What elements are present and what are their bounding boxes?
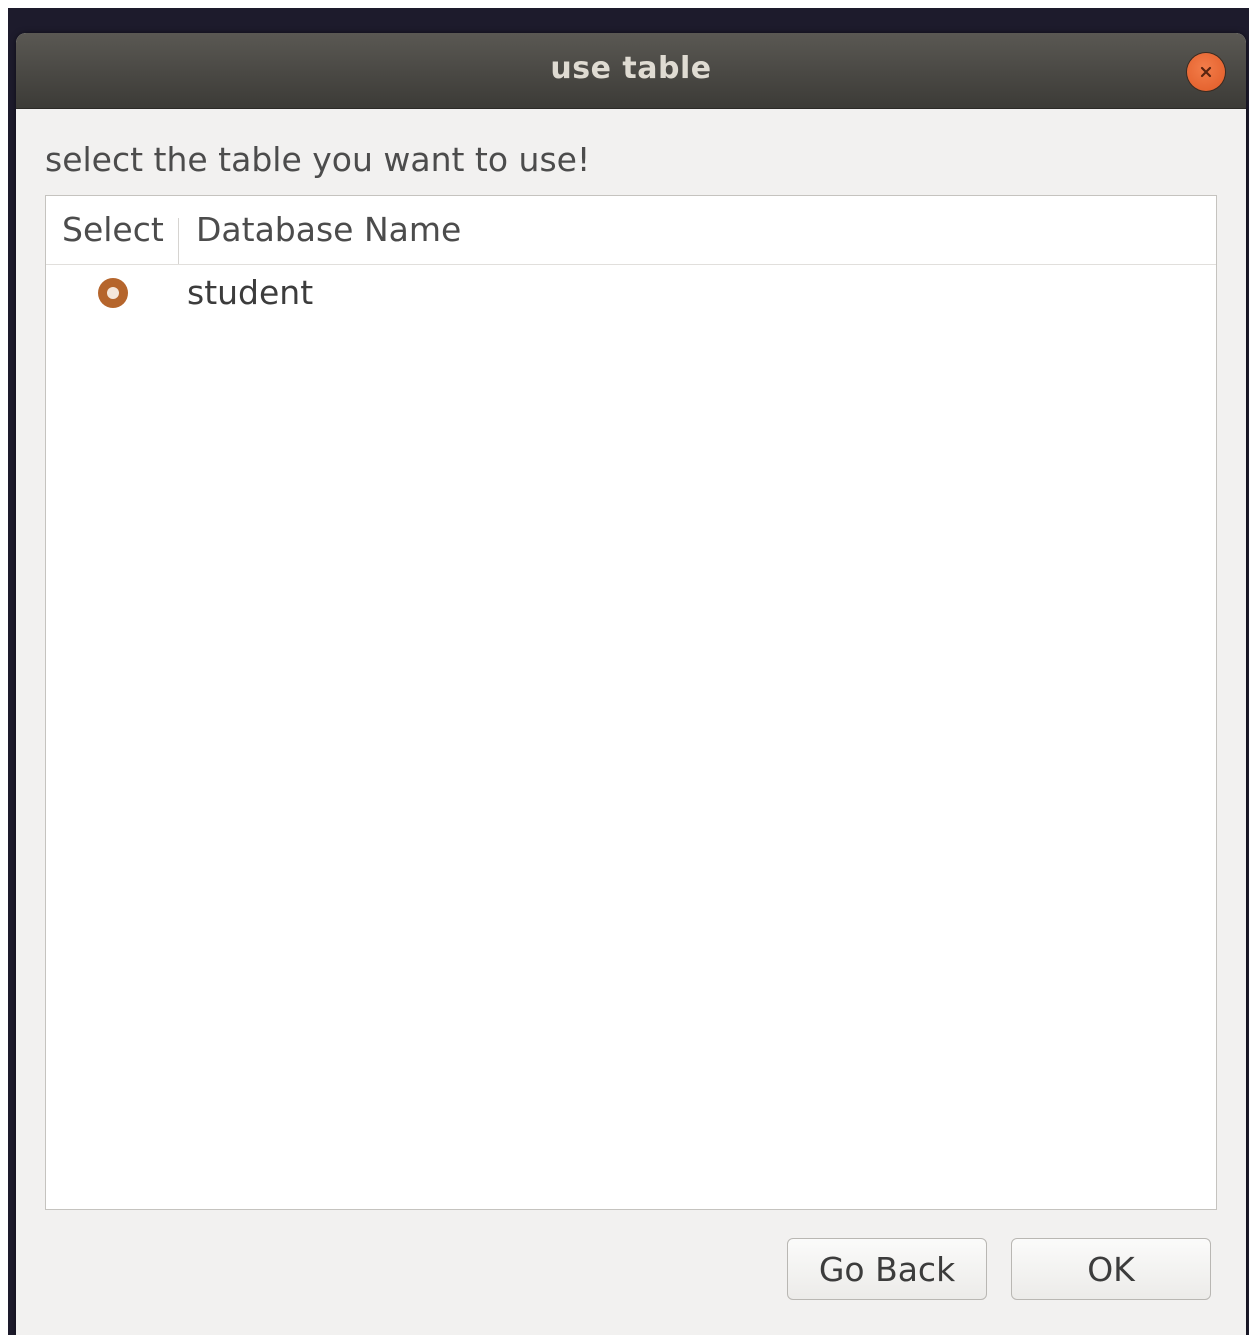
window-title: use table [550,51,712,86]
column-divider[interactable] [178,218,179,264]
go-back-button[interactable]: Go Back [787,1238,987,1300]
table-header: Select Database Name [46,196,1216,265]
ok-button[interactable]: OK [1011,1238,1211,1300]
column-header-select[interactable]: Select [62,210,164,249]
database-table: Select Database Name student [45,195,1217,1210]
database-name-cell: student [187,273,314,312]
column-header-database-name[interactable]: Database Name [196,210,461,249]
title-bar[interactable]: use table [16,33,1246,109]
prompt-label: select the table you want to use! [45,140,591,179]
close-button[interactable] [1187,53,1225,91]
select-radio[interactable] [98,278,128,308]
close-icon [1200,66,1212,78]
radio-checked-dot [107,287,119,299]
use-table-dialog: use table select the table you want to u… [16,33,1246,1335]
table-row[interactable]: student [46,265,1216,325]
